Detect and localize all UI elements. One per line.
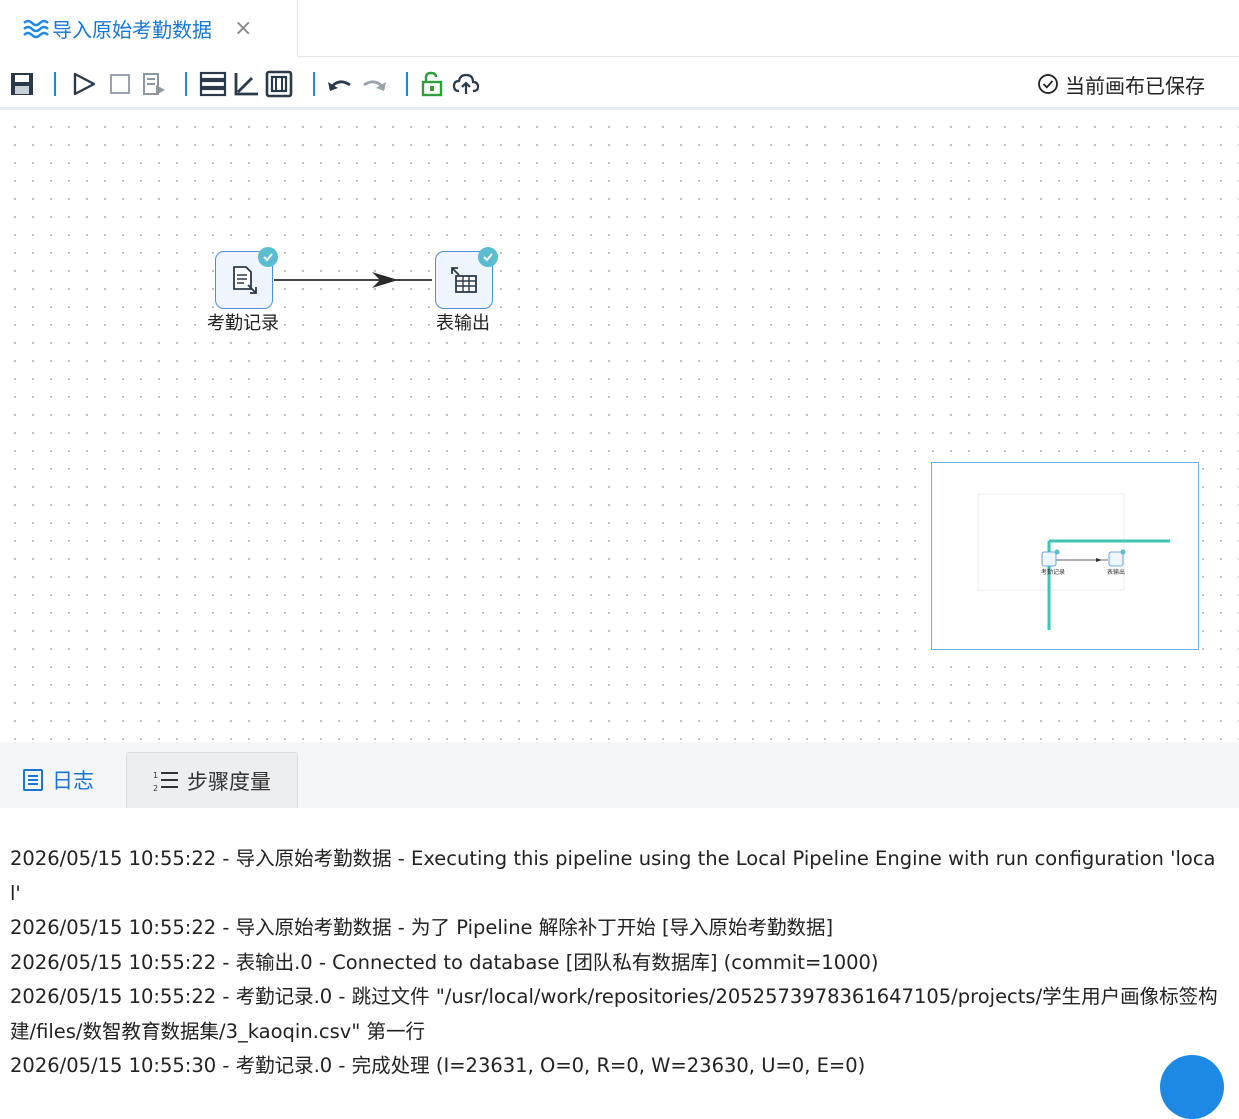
close-icon[interactable]: × (234, 17, 252, 40)
check-circle-icon (1038, 74, 1058, 94)
minimap-node-label: 表输出 (1107, 569, 1126, 576)
check-icon (258, 247, 278, 267)
run-icon[interactable] (70, 70, 98, 98)
undo-icon[interactable] (326, 70, 354, 98)
toolbar-separator (313, 72, 315, 96)
ordered-list-icon: 12 (153, 771, 178, 793)
unlock-icon[interactable] (418, 70, 446, 98)
preview-icon[interactable] (140, 70, 168, 98)
metrics-icon[interactable] (265, 70, 293, 98)
saved-status-text: 当前画布已保存 (1065, 73, 1205, 98)
saved-status: 当前画布已保存 (1037, 70, 1205, 98)
log-line: 2026/05/15 10:55:22 - 导入原始考勤数据 - Executi… (10, 847, 1216, 905)
layout-icon[interactable] (199, 70, 227, 98)
log-output: 2026/05/15 10:55:22 - 导入原始考勤数据 - Executi… (10, 842, 1220, 1084)
waves-icon (22, 18, 50, 40)
tab-title: 导入原始考勤数据 (52, 18, 212, 42)
log-icon (23, 769, 43, 791)
upload-icon[interactable] (452, 70, 480, 98)
toolbar-separator (54, 72, 56, 96)
tab-step-metrics-label: 步骤度量 (187, 769, 271, 794)
log-line: 2026/05/15 10:55:22 - 表输出.0 - Connected … (10, 950, 879, 974)
tab-pipeline[interactable]: 导入原始考勤数据 × (0, 0, 298, 57)
toolbar-separator (185, 72, 187, 96)
minimap-node-label: 考勤记录 (1041, 569, 1066, 576)
svg-text:1: 1 (153, 771, 158, 780)
tab-bar: 导入原始考勤数据 × (0, 0, 1239, 57)
bottom-panel-tabs: 日志 12 步骤度量 (0, 742, 1239, 808)
toolbar: 当前画布已保存 (0, 58, 1239, 110)
redo-icon[interactable] (360, 70, 388, 98)
node-label: 考勤记录 (207, 313, 279, 334)
floating-action-button[interactable] (1160, 1055, 1224, 1119)
log-line: 2026/05/15 10:55:30 - 考勤记录.0 - 完成处理 (I=2… (10, 1054, 866, 1077)
table-output-icon (451, 267, 477, 293)
pipeline-canvas[interactable]: 考勤记录 表输出 考勤记录 表输出 (0, 110, 1239, 742)
tab-log-label: 日志 (52, 769, 94, 793)
log-line: 2026/05/15 10:55:22 - 考勤记录.0 - 跳过文件 "/us… (10, 985, 1218, 1043)
tab-log[interactable]: 日志 (0, 752, 122, 808)
minimap[interactable]: 考勤记录 表输出 (931, 462, 1199, 650)
tab-step-metrics[interactable]: 12 步骤度量 (126, 752, 298, 808)
align-icon[interactable] (232, 70, 260, 98)
log-line: 2026/05/15 10:55:22 - 导入原始考勤数据 - 为了 Pipe… (10, 916, 834, 939)
save-icon[interactable] (8, 70, 36, 98)
file-input-icon (233, 266, 257, 294)
stop-icon[interactable] (106, 70, 134, 98)
toolbar-separator (406, 72, 408, 96)
svg-text:2: 2 (153, 784, 158, 793)
check-icon (478, 247, 498, 267)
node-label: 表输出 (436, 313, 490, 334)
